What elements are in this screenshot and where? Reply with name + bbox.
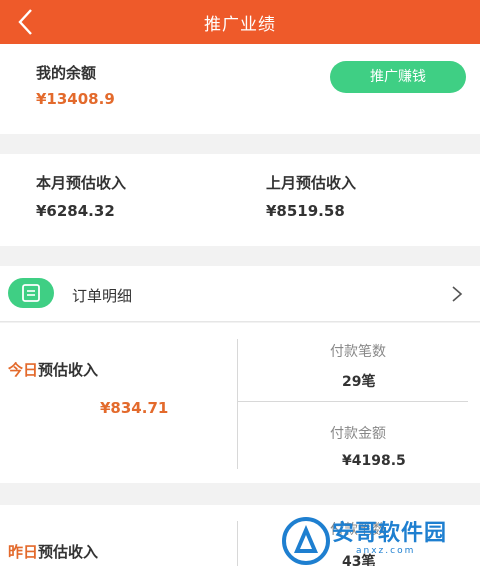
- list-icon: [8, 278, 54, 308]
- balance-card: 我的余额 ¥13408.9 推广赚钱: [0, 44, 480, 134]
- pay-amount-label: 付款金额: [330, 426, 386, 442]
- promote-earn-button[interactable]: 推广赚钱: [330, 61, 466, 93]
- pay-count-label: 付款笔数: [330, 344, 386, 360]
- app-header: 推广业绩: [0, 0, 480, 44]
- today-stats-card: 今日预估收入 ¥834.71 付款笔数 29笔 付款金额 ¥4198.5: [0, 323, 480, 483]
- page-title: 推广业绩: [204, 15, 276, 35]
- pay-amount-value: ¥4198.5: [342, 453, 406, 469]
- watermark-url: anxz.com: [356, 546, 416, 556]
- yesterday-income-label: 昨日预估收入: [8, 543, 99, 561]
- order-details-row[interactable]: 订单明细: [0, 266, 480, 322]
- this-month-value: ¥6284.32: [36, 202, 115, 220]
- order-details-label: 订单明细: [72, 287, 133, 305]
- divider-horizontal: [238, 401, 468, 402]
- last-month-label: 上月预估收入: [266, 174, 357, 192]
- balance-label: 我的余额: [36, 64, 97, 82]
- this-month-label: 本月预估收入: [36, 174, 127, 192]
- watermark-logo-icon: [282, 517, 330, 565]
- divider-vertical: [237, 521, 238, 566]
- monthly-income-card: 本月预估收入 ¥6284.32 上月预估收入 ¥8519.58: [0, 154, 480, 246]
- last-month-value: ¥8519.58: [266, 202, 345, 220]
- pay-count-value: 29笔: [342, 374, 376, 390]
- today-income-value: ¥834.71: [100, 399, 169, 417]
- divider-vertical: [237, 339, 238, 469]
- watermark-text: 安哥软件园: [332, 521, 448, 546]
- today-income-label: 今日预估收入: [8, 361, 99, 379]
- chevron-right-icon: [452, 286, 463, 302]
- balance-value: ¥13408.9: [36, 90, 115, 108]
